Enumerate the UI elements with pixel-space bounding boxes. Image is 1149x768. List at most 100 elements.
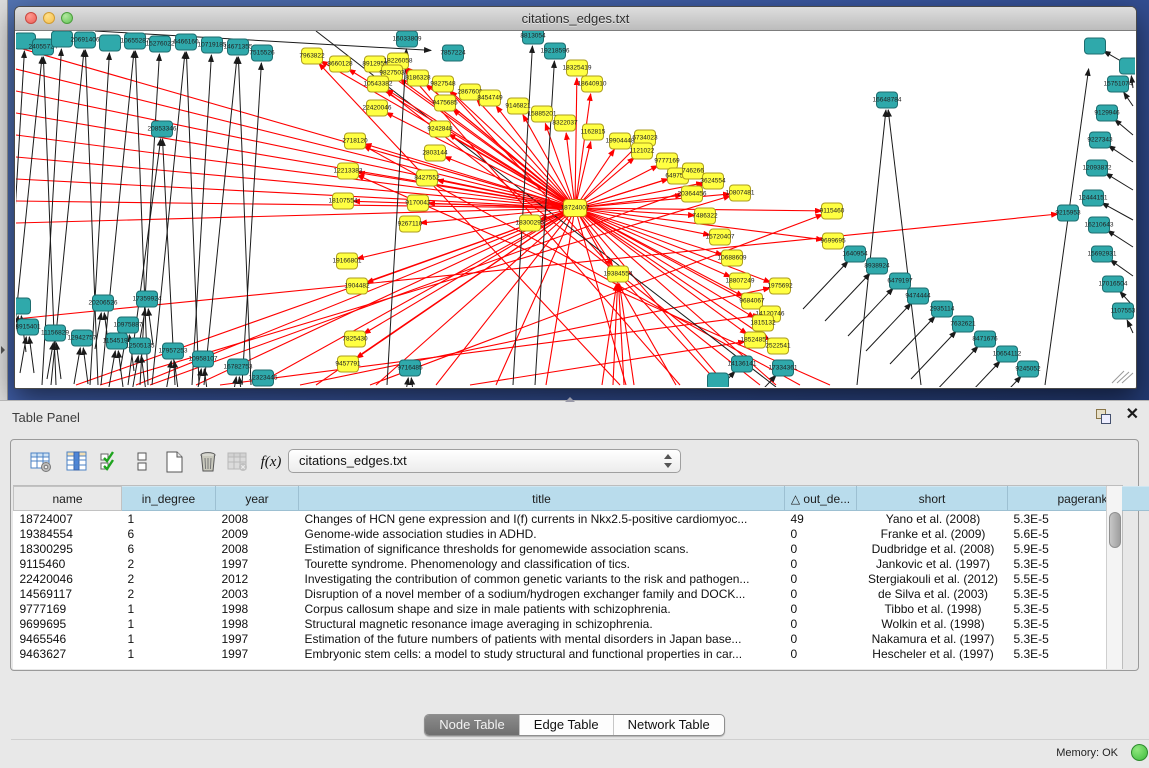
float-panel-icon[interactable]: [1096, 409, 1111, 424]
node-12213383[interactable]: 12213383: [334, 163, 363, 179]
node-15276022[interactable]: 15276022: [146, 36, 175, 52]
node-16210643[interactable]: 16210643: [1085, 217, 1114, 233]
node-1162815[interactable]: 1162815: [581, 124, 606, 140]
window-titlebar[interactable]: citations_edges.txt: [15, 7, 1136, 31]
node-6466160[interactable]: 6466160: [173, 34, 199, 50]
table-row[interactable]: 946554611997Estimation of the future num…: [14, 631, 1149, 646]
table-row[interactable]: 911546021997Tourette syndrome. Phenomeno…: [14, 556, 1149, 571]
delete-button[interactable]: [194, 448, 222, 476]
node-17957253[interactable]: 17957253: [159, 343, 188, 359]
node-unlabeled[interactable]: [52, 31, 73, 47]
select-rows-button[interactable]: [96, 448, 124, 476]
table-cell[interactable]: Estimation of the future numbers of pati…: [299, 631, 785, 646]
node-19384554[interactable]: 19384554: [604, 266, 633, 282]
new-document-button[interactable]: [161, 448, 189, 476]
table-cell[interactable]: Yano et al. (2008): [857, 511, 1008, 527]
node-15692931[interactable]: 15692931: [1088, 246, 1117, 262]
table-cell[interactable]: 2008: [216, 541, 299, 556]
node-12444151[interactable]: 12444151: [1079, 190, 1108, 206]
table-cell[interactable]: 1997: [216, 631, 299, 646]
table-cell[interactable]: 2003: [216, 586, 299, 601]
node-20206526[interactable]: 20206526: [89, 295, 118, 311]
node-17016504[interactable]: 17016504: [1099, 276, 1128, 292]
table-cell[interactable]: Wolkin et al. (1998): [857, 616, 1008, 631]
table-cell[interactable]: Nakamura et al. (1997): [857, 631, 1008, 646]
splitter-handle[interactable]: [565, 397, 575, 402]
node-8938924[interactable]: 8938924: [864, 258, 890, 274]
node-3624554[interactable]: 3624554: [700, 173, 726, 189]
column-header-pagerank[interactable]: pagerank: [1008, 487, 1149, 511]
node-10654112[interactable]: 10654112: [993, 346, 1022, 362]
table-cell[interactable]: 0: [785, 616, 857, 631]
table-cell[interactable]: 1: [122, 646, 216, 661]
node-10719185[interactable]: 10719185: [198, 37, 227, 53]
tab-node-table[interactable]: Node Table: [425, 715, 519, 735]
hub-node-18724007[interactable]: 18724007: [561, 200, 590, 217]
table-row[interactable]: 2242004622012Investigating the contribut…: [14, 571, 1149, 586]
tab-network-table[interactable]: Network Table: [613, 715, 724, 735]
node-2522541[interactable]: 2522541: [765, 338, 791, 354]
table-cell[interactable]: 0: [785, 526, 857, 541]
table-cell[interactable]: Hescheler et al. (1997): [857, 646, 1008, 661]
node-9474444[interactable]: 9474444: [905, 288, 931, 304]
node-6479197[interactable]: 6479197: [887, 273, 913, 289]
node-8322037[interactable]: 8322037: [552, 115, 578, 131]
table-cell[interactable]: 0: [785, 541, 857, 556]
column-header-in_degree[interactable]: in_degree: [122, 487, 216, 511]
table-cell[interactable]: 5.5E-5: [1008, 571, 1149, 586]
node-14136141[interactable]: 14136141: [728, 356, 757, 372]
node-9242848[interactable]: 9242848: [427, 121, 453, 137]
node-9227343[interactable]: 9227343: [1087, 132, 1113, 148]
node-7857224[interactable]: 7857224: [440, 45, 466, 61]
table-row[interactable]: 969969511998Structural magnetic resonanc…: [14, 616, 1149, 631]
node-9129946[interactable]: 9129946: [1094, 105, 1120, 121]
node-7632621[interactable]: 7632621: [950, 316, 976, 332]
node-12093872[interactable]: 12093872: [1083, 160, 1112, 176]
table-cell[interactable]: Investigating the contribution of common…: [299, 571, 785, 586]
table-selector-dropdown[interactable]: citations_edges.txt: [288, 449, 681, 473]
node-16648784[interactable]: 16648784: [873, 92, 902, 108]
node-8471676[interactable]: 8471676: [972, 331, 998, 347]
node-10543382[interactable]: 10543382: [364, 76, 393, 92]
node-16033809[interactable]: 16033809: [393, 31, 422, 47]
column-header-short[interactable]: short: [857, 487, 1008, 511]
table-cell[interactable]: Estimation of significance thresholds fo…: [299, 541, 785, 556]
node-9716485[interactable]: 9716485: [397, 360, 423, 376]
table-cell[interactable]: Jankovic et al. (1997): [857, 556, 1008, 571]
node-12942757[interactable]: 12942757: [68, 330, 97, 346]
table-cell[interactable]: 0: [785, 556, 857, 571]
node-unlabeled[interactable]: [100, 35, 121, 51]
table-cell[interactable]: 2009: [216, 526, 299, 541]
table-cell[interactable]: 9465546: [14, 631, 122, 646]
table-cell[interactable]: 5.3E-5: [1008, 511, 1149, 527]
node-10688609[interactable]: 10688609: [718, 250, 747, 266]
table-row[interactable]: 1872400712008Changes of HCN gene express…: [14, 511, 1149, 527]
node-18107554[interactable]: 18107554: [329, 193, 358, 209]
node-20364456[interactable]: 20364456: [678, 186, 707, 202]
table-cell[interactable]: 6: [122, 526, 216, 541]
table-cell[interactable]: 1998: [216, 601, 299, 616]
node-11156829[interactable]: 11156829: [41, 325, 69, 341]
table-cell[interactable]: 0: [785, 601, 857, 616]
table-cell[interactable]: 9699695: [14, 616, 122, 631]
table-cell[interactable]: 18724007: [14, 511, 122, 527]
table-cell[interactable]: 1: [122, 616, 216, 631]
node-10807481[interactable]: 10807481: [726, 185, 755, 201]
left-panel-edge[interactable]: [0, 0, 8, 400]
table-cell[interactable]: 2: [122, 556, 216, 571]
table-cell[interactable]: Franke et al. (2009): [857, 526, 1008, 541]
node-18640910[interactable]: 18640910: [578, 76, 607, 92]
table-row[interactable]: 977716911998Corpus callosum shape and si…: [14, 601, 1149, 616]
table-cell[interactable]: 1997: [216, 556, 299, 571]
table-cell[interactable]: 2: [122, 586, 216, 601]
node-9699695[interactable]: 9699695: [820, 233, 846, 249]
column-header-year[interactable]: year: [216, 487, 299, 511]
table-cell[interactable]: 5.3E-5: [1008, 556, 1149, 571]
node-9115460[interactable]: 9115460: [820, 203, 845, 219]
node-20853346[interactable]: 20853346: [148, 121, 177, 137]
column-header-name[interactable]: name: [14, 487, 122, 511]
table-cell[interactable]: 1998: [216, 616, 299, 631]
table-row[interactable]: 946362711997Embryonic stem cells: a mode…: [14, 646, 1149, 661]
node-9170042[interactable]: 9170042: [405, 195, 431, 211]
node-9215953[interactable]: 9215953: [1055, 205, 1081, 221]
